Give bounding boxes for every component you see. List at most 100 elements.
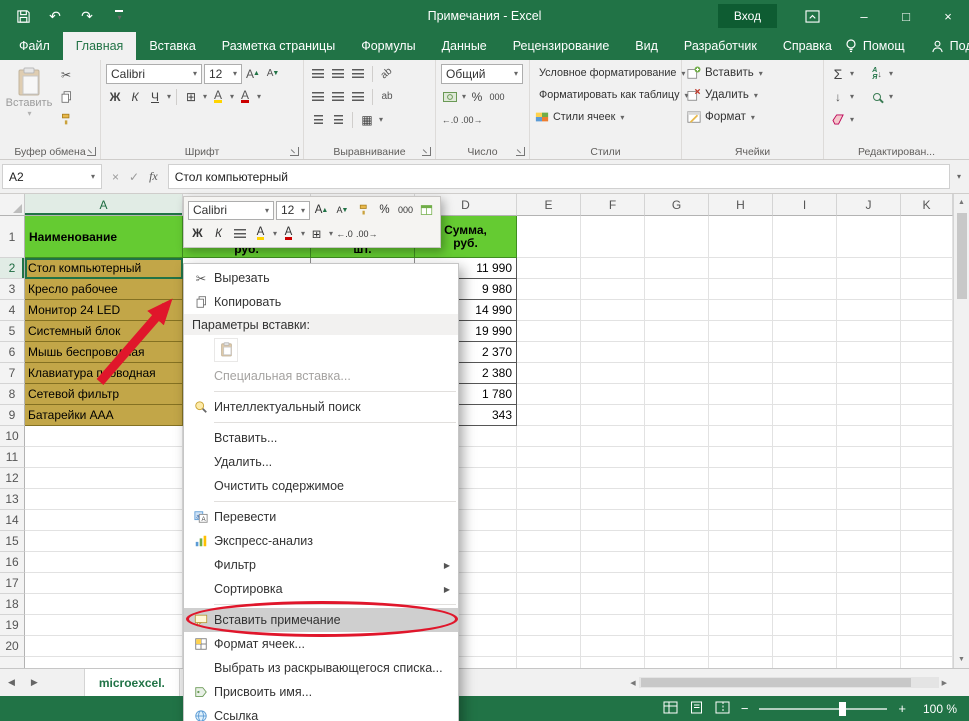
tab-insert[interactable]: Вставка <box>136 32 208 60</box>
cell-I11[interactable] <box>773 447 837 468</box>
cell-J13[interactable] <box>837 489 901 510</box>
sheet-nav-left-icon[interactable]: ◀ <box>0 677 23 688</box>
cell-F10[interactable] <box>581 426 645 447</box>
row-header-15[interactable]: 15 <box>0 531 25 552</box>
cell-H4[interactable] <box>709 300 773 321</box>
tab-file[interactable]: Файл <box>6 32 63 60</box>
cut-icon[interactable]: ✂ <box>57 66 75 84</box>
cell-F12[interactable] <box>581 468 645 489</box>
sheet-nav-right-icon[interactable]: ▶ <box>23 677 46 688</box>
sheet-tab-active[interactable]: microexcel. <box>84 669 180 696</box>
comma-style-icon[interactable]: 000 <box>488 88 506 106</box>
decrease-decimal-icon[interactable]: .00→ <box>461 111 483 129</box>
cell-F16[interactable] <box>581 552 645 573</box>
cell-K20[interactable] <box>901 636 953 657</box>
cell-A17[interactable] <box>25 573 183 594</box>
cell-G18[interactable] <box>645 594 709 615</box>
font-size-select[interactable]: 12▾ <box>204 64 242 84</box>
copy-icon[interactable] <box>57 88 75 106</box>
cell-A8[interactable]: Сетевой фильтр <box>25 384 183 405</box>
enter-icon[interactable]: ✓ <box>129 170 139 184</box>
cell-G9[interactable] <box>645 405 709 426</box>
ribbon-display-options-icon[interactable] <box>803 7 821 25</box>
cell-H1[interactable] <box>709 216 773 258</box>
cell-A1[interactable]: Наименование <box>25 216 183 258</box>
sort-filter-icon[interactable]: АЯ↓ <box>868 65 886 83</box>
zoom-level[interactable]: 100 % <box>917 702 957 716</box>
cell-E5[interactable] <box>517 321 581 342</box>
undo-icon[interactable]: ↶ <box>46 7 64 25</box>
cell-I21[interactable] <box>773 657 837 668</box>
cell-A21[interactable] <box>25 657 183 668</box>
cell-J11[interactable] <box>837 447 901 468</box>
cell-J12[interactable] <box>837 468 901 489</box>
format-painter-icon[interactable] <box>57 110 75 128</box>
normal-view-icon[interactable] <box>663 701 678 717</box>
menu-item-pick-from-list[interactable]: Выбрать из раскрывающегося списка... <box>184 656 458 680</box>
format-as-table-button[interactable]: Форматировать как таблицу▾ <box>535 85 677 105</box>
cell-K11[interactable] <box>901 447 953 468</box>
cell-H13[interactable] <box>709 489 773 510</box>
row-header-6[interactable]: 6 <box>0 342 25 363</box>
cell-E10[interactable] <box>517 426 581 447</box>
menu-item-define-name[interactable]: Присвоить имя... <box>184 680 458 704</box>
mini-decrease-decimal-icon[interactable]: .00→ <box>356 224 378 244</box>
paste-option-button[interactable] <box>214 338 238 362</box>
cell-H8[interactable] <box>709 384 773 405</box>
cell-A6[interactable]: Мышь беспроводная <box>25 342 183 363</box>
cell-H9[interactable] <box>709 405 773 426</box>
cell-F2[interactable] <box>581 258 645 279</box>
zoom-slider-thumb[interactable] <box>839 702 846 716</box>
cell-E4[interactable] <box>517 300 581 321</box>
cell-F19[interactable] <box>581 615 645 636</box>
cell-J4[interactable] <box>837 300 901 321</box>
cell-K5[interactable] <box>901 321 953 342</box>
cell-J19[interactable] <box>837 615 901 636</box>
cell-A3[interactable]: Кресло рабочее <box>25 279 183 300</box>
cell-J2[interactable] <box>837 258 901 279</box>
cell-H5[interactable] <box>709 321 773 342</box>
cell-A5[interactable]: Системный блок <box>25 321 183 342</box>
cell-F18[interactable] <box>581 594 645 615</box>
mini-decrease-font-icon[interactable]: А▼ <box>333 200 352 220</box>
cell-I12[interactable] <box>773 468 837 489</box>
cell-F21[interactable] <box>581 657 645 668</box>
row-header-5[interactable]: 5 <box>0 321 25 342</box>
decrease-font-size-icon[interactable]: А▼ <box>264 65 282 83</box>
cell-F5[interactable] <box>581 321 645 342</box>
cell-I9[interactable] <box>773 405 837 426</box>
menu-item-insert[interactable]: Вставить... <box>184 426 458 450</box>
insert-function-icon[interactable]: fx <box>149 169 158 184</box>
row-header-17[interactable]: 17 <box>0 573 25 594</box>
menu-item-smart-lookup[interactable]: Интеллектуальный поиск <box>184 395 458 419</box>
cell-J9[interactable] <box>837 405 901 426</box>
cell-K18[interactable] <box>901 594 953 615</box>
cell-G13[interactable] <box>645 489 709 510</box>
borders-button[interactable]: ⊞ <box>182 88 200 106</box>
name-box[interactable]: A2▾ <box>2 164 102 189</box>
cell-G10[interactable] <box>645 426 709 447</box>
row-header-18[interactable]: 18 <box>0 594 25 615</box>
row-header-4[interactable]: 4 <box>0 300 25 321</box>
cell-I4[interactable] <box>773 300 837 321</box>
percent-style-icon[interactable]: % <box>468 88 486 106</box>
zoom-in-icon[interactable]: + <box>898 701 906 716</box>
align-left-icon[interactable] <box>309 88 327 106</box>
cell-G12[interactable] <box>645 468 709 489</box>
paste-button[interactable]: Вставить ▾ <box>5 63 53 128</box>
scroll-down-icon[interactable]: ▼ <box>958 651 965 668</box>
cell-A9[interactable]: Батарейки AAA <box>25 405 183 426</box>
row-header-1[interactable]: 1 <box>0 216 25 258</box>
cell-J20[interactable] <box>837 636 901 657</box>
increase-indent-icon[interactable] <box>329 111 347 129</box>
cell-E2[interactable] <box>517 258 581 279</box>
row-header-2[interactable]: 2 <box>0 258 25 279</box>
cell-E1[interactable] <box>517 216 581 258</box>
cell-J14[interactable] <box>837 510 901 531</box>
insert-cells-button[interactable]: Вставить▾ <box>687 63 819 83</box>
col-header-K[interactable]: K <box>901 194 953 216</box>
cell-H18[interactable] <box>709 594 773 615</box>
cell-H16[interactable] <box>709 552 773 573</box>
cell-H10[interactable] <box>709 426 773 447</box>
tab-developer[interactable]: Разработчик <box>671 32 770 60</box>
